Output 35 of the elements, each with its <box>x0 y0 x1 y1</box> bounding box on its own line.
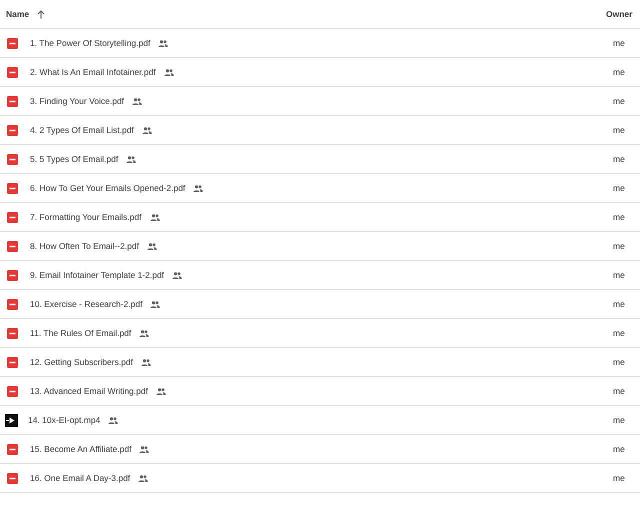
file-name[interactable]: 13. Advanced Email Writing.pdf <box>30 384 148 398</box>
owner-cell-text: me <box>613 356 626 368</box>
owner-cell-text: me <box>613 268 626 282</box>
owner-cell-text: me <box>613 384 626 398</box>
file-name[interactable]: 11. The Rules Of Email.pdf <box>30 326 132 340</box>
owner-cell-text: me <box>613 472 626 484</box>
sort-arrow-icon[interactable] <box>37 10 46 18</box>
file-name[interactable]: 5. 5 Types Of Email.pdf <box>30 152 118 166</box>
file-name[interactable]: 7. Formatting Your Emails.pdf <box>30 210 142 224</box>
owner-cell-text: me <box>613 298 626 310</box>
file-name[interactable]: 15. Become An Affiliate.pdf <box>30 442 132 456</box>
owner-cell-text: me <box>613 182 626 194</box>
file-name[interactable]: 6. How To Get Your Emails Opened-2.pdf <box>30 182 186 194</box>
file-name[interactable]: 2. What Is An Email Infotainer.pdf <box>30 66 156 78</box>
file-name[interactable]: 1. The Power Of Storytelling.pdf <box>30 36 150 50</box>
owner-cell-text: me <box>613 442 626 456</box>
file-name[interactable]: 10. Exercise - Research-2.pdf <box>30 298 142 310</box>
file-name[interactable]: 16. One Email A Day-3.pdf <box>30 472 130 484</box>
owner-cell-text: me <box>613 240 626 252</box>
column-header[interactable]: Owner <box>606 8 634 20</box>
owner-cell-text: me <box>613 326 626 340</box>
file-name[interactable]: 14. 10x-EI-opt.mp4 <box>28 414 100 426</box>
owner-cell-text: me <box>613 414 626 426</box>
owner-cell-text: me <box>613 94 626 108</box>
owner-cell-text: me <box>613 66 626 78</box>
column-header[interactable]: Name <box>6 8 30 20</box>
file-name[interactable]: 3. Finding Your Voice.pdf <box>30 94 124 108</box>
owner-cell-text: me <box>613 210 626 224</box>
file-name[interactable]: 9. Email Infotainer Template 1-2.pdf <box>30 268 164 282</box>
file-name[interactable]: 12. Getting Subscribers.pdf <box>30 356 134 368</box>
owner-cell-text: me <box>613 36 626 50</box>
owner-cell-text: me <box>613 152 626 166</box>
file-name[interactable]: 4. 2 Types Of Email List.pdf <box>30 124 134 136</box>
owner-cell-text: me <box>613 124 626 136</box>
file-name[interactable]: 8. How Often To Email--2.pdf <box>30 240 139 252</box>
